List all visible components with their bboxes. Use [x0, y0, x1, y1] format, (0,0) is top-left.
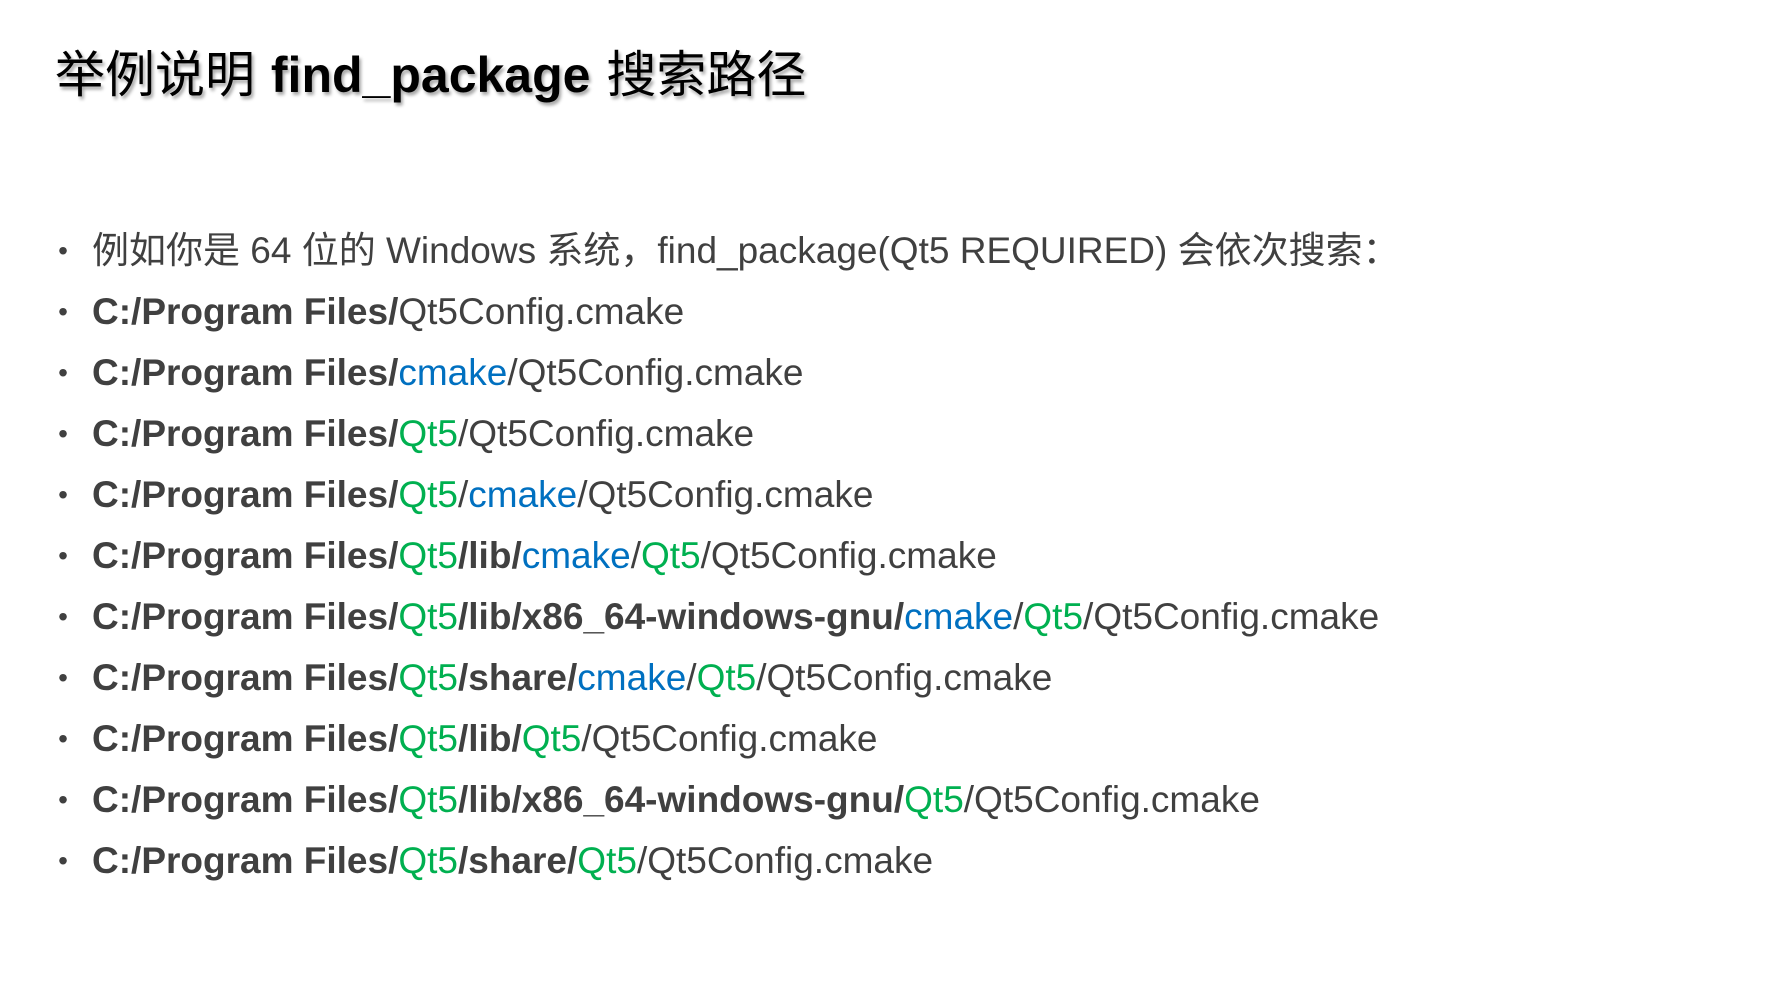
- bullet-text-segment: Qt5: [398, 535, 458, 576]
- bullet-dot-icon: •: [58, 540, 68, 571]
- bullet-text-segment: cmake: [521, 535, 631, 576]
- bullet-text-segment: Qt5: [521, 718, 582, 759]
- bullet-text-segment: C:/Program Files/: [92, 535, 399, 576]
- bullet-text-segment: C:/Program Files/: [92, 657, 399, 698]
- bullet-item: • C:/Program Files/Qt5/lib/Qt5/Qt5Config.…: [0, 708, 1400, 769]
- bullet-dot-icon: •: [58, 784, 68, 815]
- title-prefix: 举例说明: [55, 46, 271, 104]
- bullet-text-segment: /Qt5Config.cmake: [636, 840, 934, 881]
- bullet-text-segment: Qt5: [641, 535, 701, 576]
- bullet-text-segment: cmake: [468, 474, 578, 515]
- bullet-item: • C:/Program Files/Qt5/cmake/Qt5Config.cm…: [0, 464, 1400, 525]
- bullet-text-segment: Qt5: [398, 779, 458, 820]
- bullet-text-segment: /Qt5Config.cmake: [700, 535, 997, 576]
- bullet-text-segment: /lib/x86_64-windows-gnu/: [458, 596, 905, 637]
- bullet-text-segment: Qt5: [577, 840, 637, 881]
- bullet-text-segment: /Qt5Config.cmake: [577, 474, 874, 515]
- bullet-text-segment: /Qt5Config.cmake: [507, 352, 804, 393]
- bullet-text-segment: /share/: [458, 840, 578, 881]
- bullet-text-segment: C:/Program Files/: [92, 291, 399, 332]
- bullet-item: • C:/Program Files/Qt5/lib/x86_64-windows…: [0, 586, 1400, 647]
- bullet-text-segment: C:/Program Files/: [92, 596, 399, 637]
- bullet-item: • C:/Program Files/Qt5/lib/cmake/Qt5/Qt5C…: [0, 525, 1400, 586]
- slide-title: 举例说明 find_package 搜索路径: [55, 40, 806, 110]
- bullet-text-segment: Qt5: [398, 474, 458, 515]
- bullet-text-segment: cmake: [398, 352, 508, 393]
- bullet-text-segment: /Qt5Config.cmake: [1083, 596, 1380, 637]
- bullet-text-segment: C:/Program Files/: [92, 718, 399, 759]
- bullet-text-segment: Qt5: [696, 657, 757, 698]
- bullet-dot-icon: •: [58, 418, 68, 449]
- bullet-text-segment: /lib/: [458, 535, 522, 576]
- bullet-dot-icon: •: [58, 479, 68, 510]
- bullet-item: • 例如你是 64 位的 Windows 系统，find_package(Qt5 …: [0, 220, 1400, 281]
- bullet-text-segment: C:/Program Files/: [92, 352, 399, 393]
- bullet-text-segment: /Qt5Config.cmake: [581, 718, 878, 759]
- bullet-text-segment: /Qt5Config.cmake: [756, 657, 1053, 698]
- bullet-text-segment: /Qt5Config.cmake: [458, 413, 755, 454]
- bullet-text-segment: C:/Program Files/: [92, 840, 399, 881]
- bullet-text-segment: /lib/x86_64-windows-gnu/: [458, 779, 905, 820]
- bullet-text-segment: C:/Program Files/: [92, 474, 399, 515]
- bullet-text-segment: C:/Program Files/: [92, 413, 399, 454]
- bullet-item: • C:/Program Files/Qt5/share/cmake/Qt5/Qt…: [0, 647, 1400, 708]
- bullet-item: • C:/Program Files/cmake/Qt5Config.cmake: [0, 342, 1400, 403]
- bullet-dot-icon: •: [58, 235, 68, 266]
- bullet-text-segment: /: [686, 657, 697, 698]
- bullet-dot-icon: •: [58, 845, 68, 876]
- bullet-text-segment: /: [458, 474, 469, 515]
- bullet-item: • C:/Program Files/Qt5/Qt5Config.cmake: [0, 403, 1400, 464]
- bullet-text-segment: Qt5: [398, 718, 458, 759]
- bullet-text-segment: /Qt5Config.cmake: [963, 779, 1260, 820]
- bullet-text-segment: Qt5: [1023, 596, 1084, 637]
- bullet-text-segment: /: [1013, 596, 1024, 637]
- title-keyword: find_package: [270, 47, 591, 103]
- bullet-list: • 例如你是 64 位的 Windows 系统，find_package(Qt5 …: [0, 220, 1400, 891]
- bullet-dot-icon: •: [58, 662, 68, 693]
- bullet-dot-icon: •: [58, 601, 68, 632]
- bullet-dot-icon: •: [58, 357, 68, 388]
- bullet-text-segment: Qt5: [398, 413, 458, 454]
- bullet-text-segment: C:/Program Files/: [92, 779, 399, 820]
- bullet-text-segment: Qt5: [904, 779, 964, 820]
- bullet-text-segment: Qt5: [398, 596, 458, 637]
- bullet-text-segment: cmake: [904, 596, 1014, 637]
- bullet-item: • C:/Program Files/Qt5/share/Qt5/Qt5Confi…: [0, 830, 1400, 891]
- bullet-text-segment: Qt5Config.cmake: [398, 291, 685, 332]
- bullet-dot-icon: •: [58, 296, 68, 327]
- bullet-item: • C:/Program Files/Qt5/lib/x86_64-windows…: [0, 769, 1400, 830]
- bullet-item: • C:/Program Files/Qt5Config.cmake: [0, 281, 1400, 342]
- bullet-dot-icon: •: [58, 723, 68, 754]
- bullet-text-segment: cmake: [577, 657, 687, 698]
- bullet-text-segment: Qt5: [398, 657, 458, 698]
- slide: 举例说明 find_package 搜索路径 • 例如你是 64 位的 Windo…: [0, 0, 1787, 983]
- title-suffix: 搜索路径: [590, 46, 807, 104]
- bullet-text-segment: /lib/: [458, 718, 522, 759]
- bullet-text-segment: 例如你是 64 位的 Windows 系统，find_package(Qt5 R…: [92, 230, 1400, 271]
- bullet-text-segment: /share/: [458, 657, 578, 698]
- bullet-text-segment: Qt5: [398, 840, 458, 881]
- bullet-text-segment: /: [630, 535, 641, 576]
